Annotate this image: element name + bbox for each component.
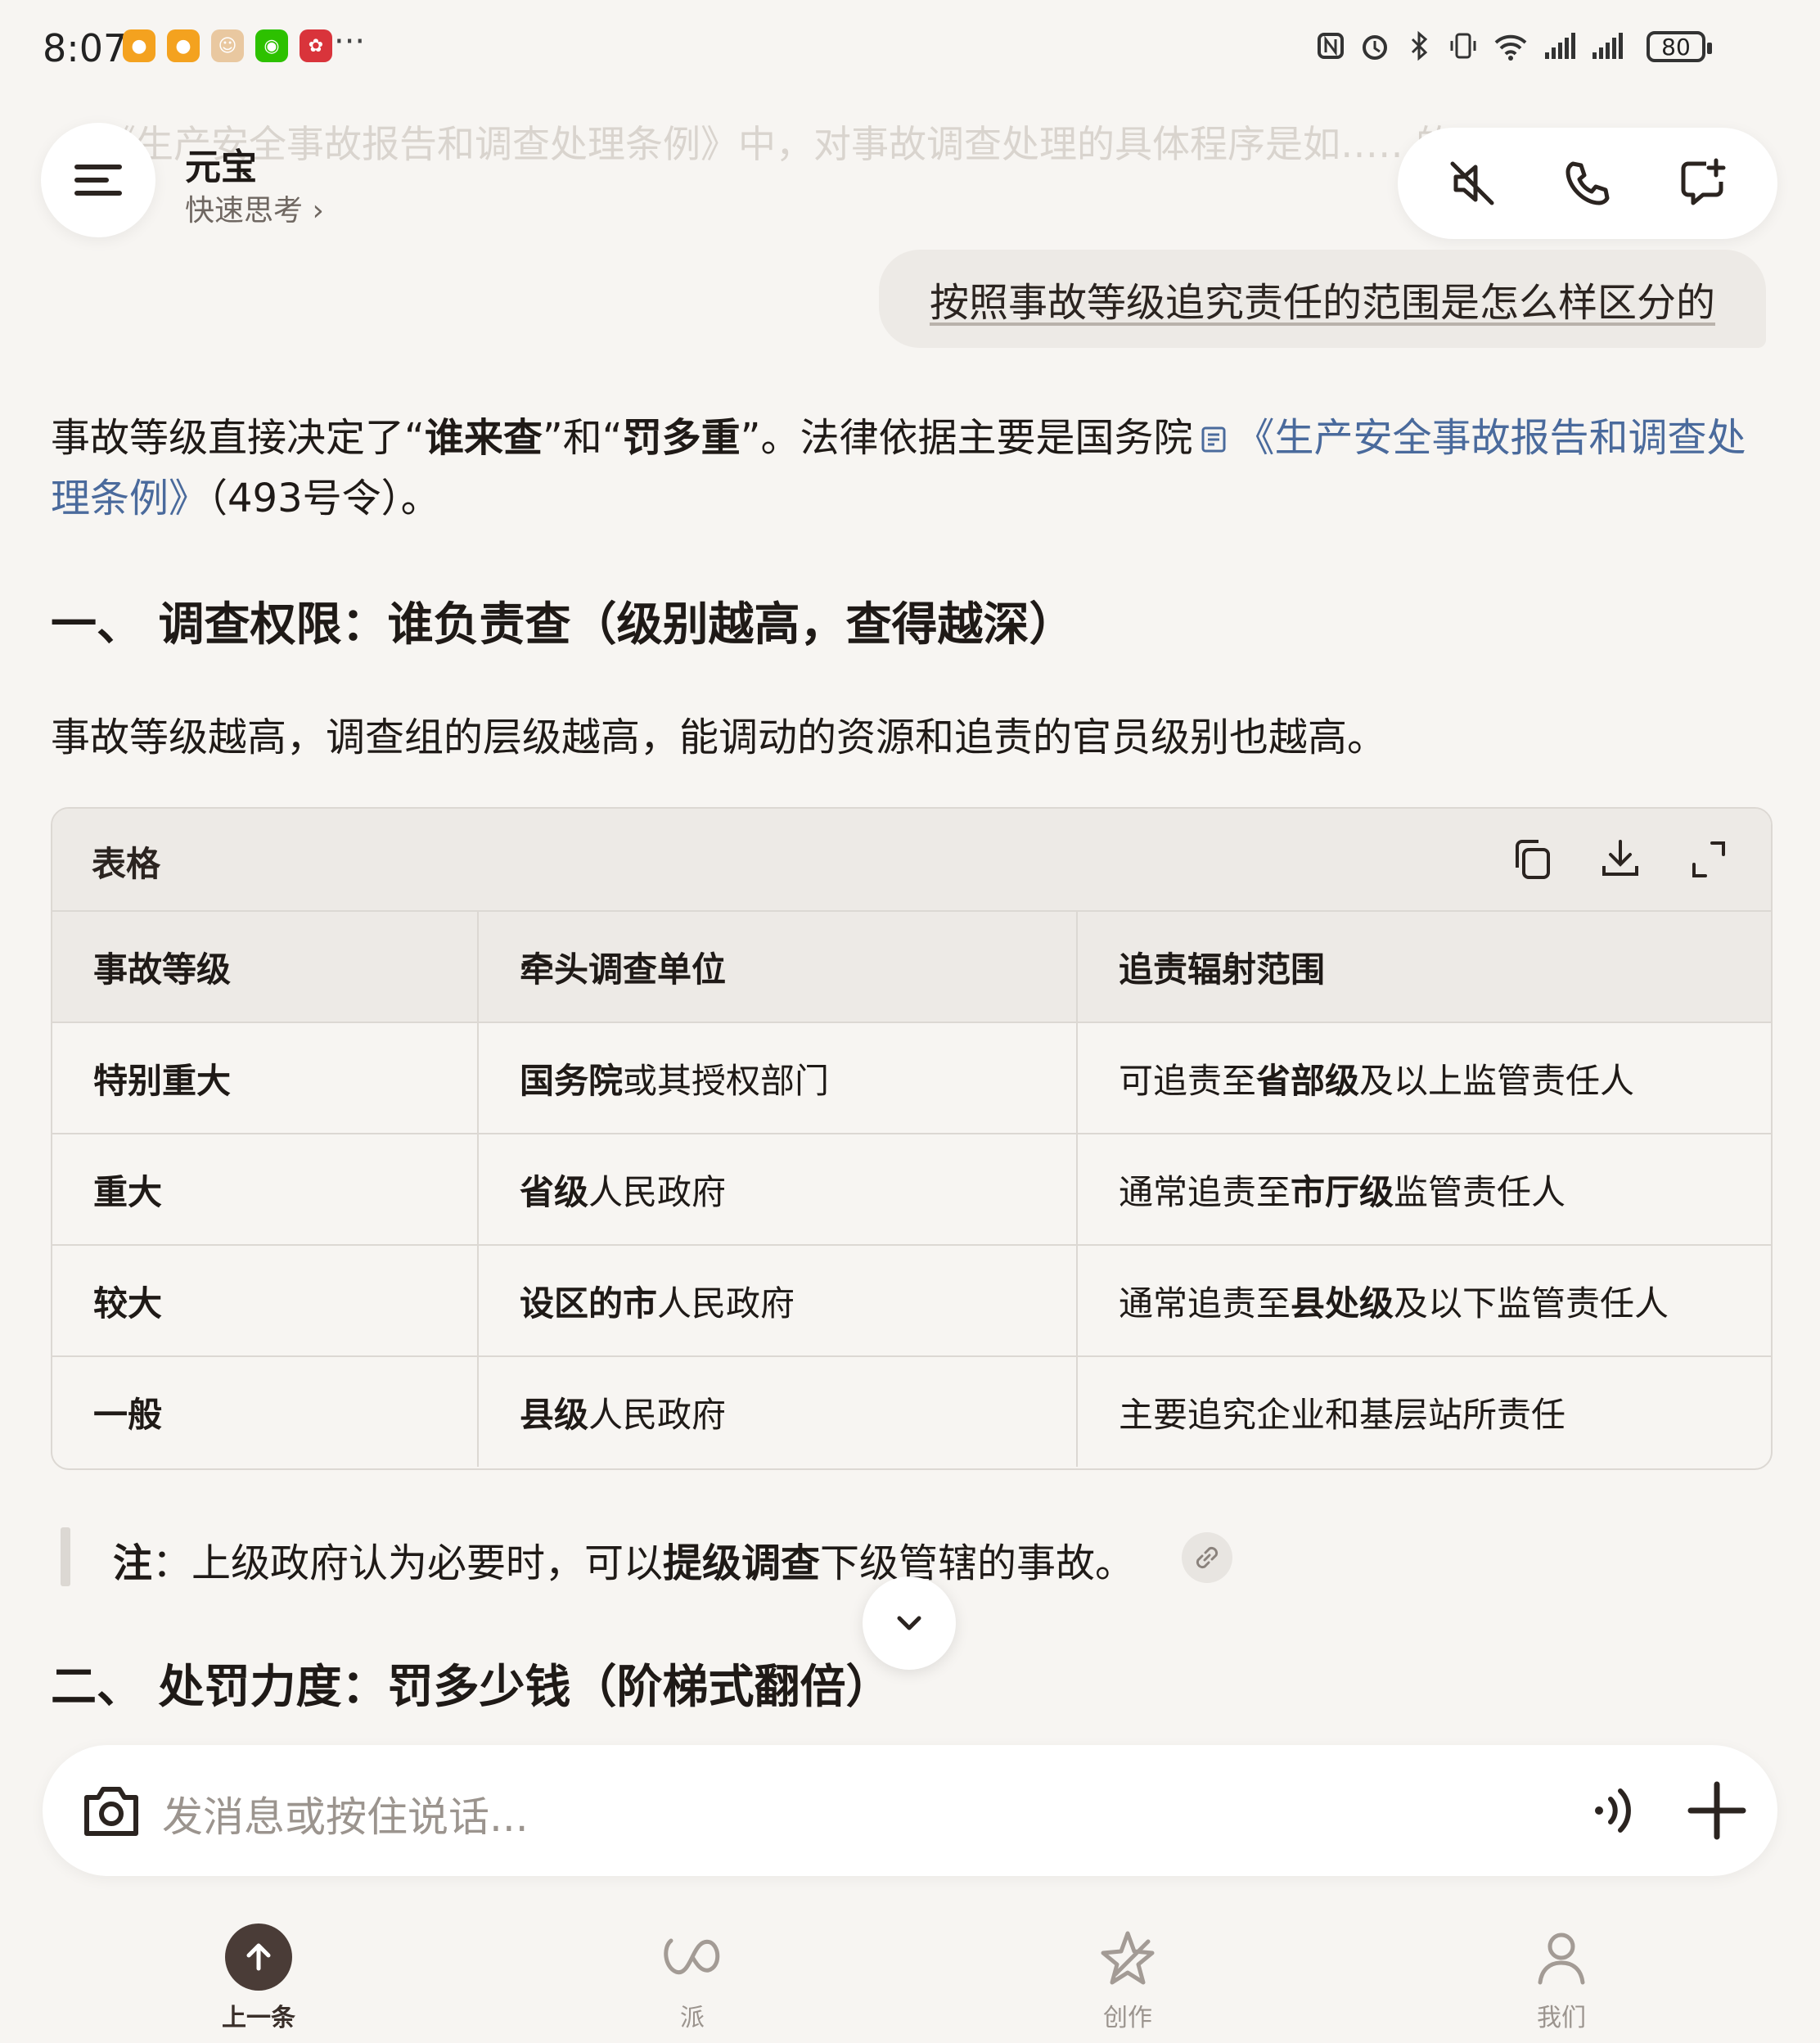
expand-icon	[1692, 841, 1725, 877]
signal-icon	[1545, 33, 1575, 59]
level-cell: 一般	[52, 1356, 479, 1467]
section1-heading: 一、 调查权限：谁负责查（级别越高，查得越深）	[51, 598, 1075, 652]
expand-button[interactable]	[1686, 835, 1732, 884]
status-bar: 8:07 ● ● ☺ ◉ ✿ ··· 80	[0, 0, 1820, 98]
weibo-icon: ●	[167, 29, 200, 62]
nav-previous[interactable]: 上一条	[177, 1920, 340, 2033]
section2-heading: 二、 处罚力度：罚多少钱（阶梯式翻倍）	[51, 1661, 892, 1714]
source-link-button[interactable]	[1182, 1532, 1232, 1583]
unit-cell: 国务院或其授权部门	[478, 1022, 1078, 1134]
table-toolbar: 表格	[52, 809, 1771, 912]
intro-text: （493号令）。	[208, 476, 440, 521]
scroll-to-bottom-button[interactable]	[863, 1576, 956, 1670]
answer-intro: 事故等级直接决定了“谁来查”和“罚多重”。法律依据主要是国务院 《生产安全事故报告…	[51, 408, 1769, 529]
table-row: 较大 设区的市人民政府 通常追责至县处级及以下监管责任人	[52, 1245, 1771, 1357]
wifi-icon	[1494, 34, 1527, 61]
assistant-title: 元宝	[185, 147, 257, 188]
nav-pai[interactable]: 派	[610, 1920, 774, 2033]
unit-cell: 省级人民政府	[478, 1134, 1078, 1246]
signal-icon	[1592, 33, 1623, 59]
level-cell: 较大	[52, 1245, 479, 1357]
message-input[interactable]: 发消息或按住说话...	[162, 1784, 529, 1843]
mute-button[interactable]	[1439, 151, 1505, 216]
arrow-up-icon	[225, 1923, 292, 1991]
unit-cell: 县级人民政府	[478, 1356, 1078, 1467]
scope-cell: 通常追责至县处级及以下监管责任人	[1077, 1245, 1771, 1357]
table-label: 表格	[92, 844, 161, 884]
section1-description: 事故等级越高，调查组的层级越高，能调动的资源和追责的官员级别也越高。	[51, 715, 1387, 760]
weibo-icon: ●	[123, 29, 155, 62]
notification-icons: ● ● ☺ ◉ ✿	[123, 29, 332, 62]
table-header-row: 事故等级 牵头调查单位 追责辐射范围	[52, 912, 1771, 1023]
nfc-icon	[1318, 33, 1344, 59]
more-notifications-icon: ···	[334, 23, 366, 61]
chevron-down-icon	[897, 1616, 921, 1630]
voice-icon[interactable]	[1581, 1778, 1647, 1843]
level-cell: 重大	[52, 1134, 479, 1246]
table-row: 重大 省级人民政府 通常追责至市厅级监管责任人	[52, 1134, 1771, 1246]
note-text: 注：上级政府认为必要时，可以提级调查下级管辖的事故。	[113, 1540, 1135, 1586]
new-chat-button[interactable]	[1670, 151, 1736, 216]
unit-cell: 设区的市人民政府	[478, 1245, 1078, 1357]
system-icons	[1316, 29, 1624, 62]
nav-me[interactable]: 我们	[1480, 1920, 1643, 2033]
app-red-icon: ✿	[300, 29, 332, 62]
bottom-nav: 上一条 派 创作 我们	[0, 1907, 1820, 2043]
download-icon	[1602, 840, 1638, 876]
scope-cell: 主要追究企业和基层站所责任	[1119, 1394, 1566, 1435]
new-chat-icon	[1681, 158, 1726, 205]
plus-icon[interactable]	[1681, 1775, 1753, 1847]
call-button[interactable]	[1555, 151, 1620, 216]
quote-bar	[61, 1527, 70, 1586]
table-card: 表格 事故等级 牵头调查单位 追责辐射范围 特别重大 国务院或其授权部门 可追责…	[51, 807, 1773, 1470]
infinity-icon	[664, 1938, 720, 1975]
download-button[interactable]	[1597, 835, 1643, 884]
wechat-icon: ◉	[255, 29, 288, 62]
speaker-muted-icon	[1450, 161, 1494, 205]
intro-text: ”和“	[542, 415, 623, 461]
header-actions	[1398, 128, 1777, 239]
previous-message-ghost: 《生产安全事故报告和调查处理条例》中，对事故调查处理的具体程序是如……的？	[98, 122, 1491, 166]
camera-icon[interactable]	[79, 1779, 144, 1842]
user-icon	[1538, 1933, 1585, 1985]
nav-create[interactable]: 创作	[1046, 1920, 1210, 2033]
menu-icon	[74, 165, 122, 196]
app-avatar-icon: ☺	[211, 29, 244, 62]
status-time: 8:07	[43, 26, 128, 70]
table-row: 一般 县级人民政府 主要追究企业和基层站所责任	[52, 1356, 1771, 1467]
nav-label: 派	[680, 2004, 705, 2032]
column-header: 牵头调查单位	[478, 912, 1078, 1023]
document-icon	[1201, 426, 1226, 453]
scope-cell: 通常追责至市厅级监管责任人	[1077, 1134, 1771, 1246]
accident-level-table: 事故等级 牵头调查单位 追责辐射范围 特别重大 国务院或其授权部门 可追责至省部…	[52, 912, 1771, 1467]
nav-label: 我们	[1537, 2004, 1586, 2032]
nav-label: 上一条	[222, 2004, 295, 2032]
create-icon	[1101, 1931, 1155, 1985]
link-icon	[1196, 1546, 1219, 1569]
table-row: 特别重大 国务院或其授权部门 可追责至省部级及以上监管责任人	[52, 1022, 1771, 1134]
menu-button[interactable]	[41, 123, 155, 237]
bluetooth-icon	[1411, 30, 1428, 61]
intro-bold: 罚多重	[622, 415, 741, 461]
copy-button[interactable]	[1509, 835, 1555, 884]
copy-icon	[1516, 840, 1550, 879]
level-cell: 特别重大	[52, 1022, 479, 1134]
alarm-icon	[1363, 35, 1387, 60]
message-input-bar[interactable]: 发消息或按住说话...	[43, 1745, 1777, 1876]
column-header: 追责辐射范围	[1077, 912, 1771, 1023]
user-message-bubble[interactable]: 按照事故等级追究责任的范围是怎么样区分的	[879, 250, 1766, 348]
intro-text: ”。法律依据主要是国务院	[740, 415, 1193, 461]
scope-cell: 可追责至省部级及以上监管责任人	[1077, 1022, 1771, 1134]
user-message-text: 按照事故等级追究责任的范围是怎么样区分的	[929, 280, 1715, 326]
phone-icon	[1565, 161, 1610, 205]
intro-bold: 谁来查	[424, 415, 543, 461]
battery-indicator: 80	[1647, 31, 1712, 62]
nav-label: 创作	[1103, 2004, 1152, 2032]
mode-selector[interactable]: 快速思考 ›	[185, 187, 324, 229]
intro-text: 事故等级直接决定了“	[51, 415, 425, 461]
vibrate-icon	[1450, 33, 1476, 59]
column-header: 事故等级	[52, 912, 479, 1023]
